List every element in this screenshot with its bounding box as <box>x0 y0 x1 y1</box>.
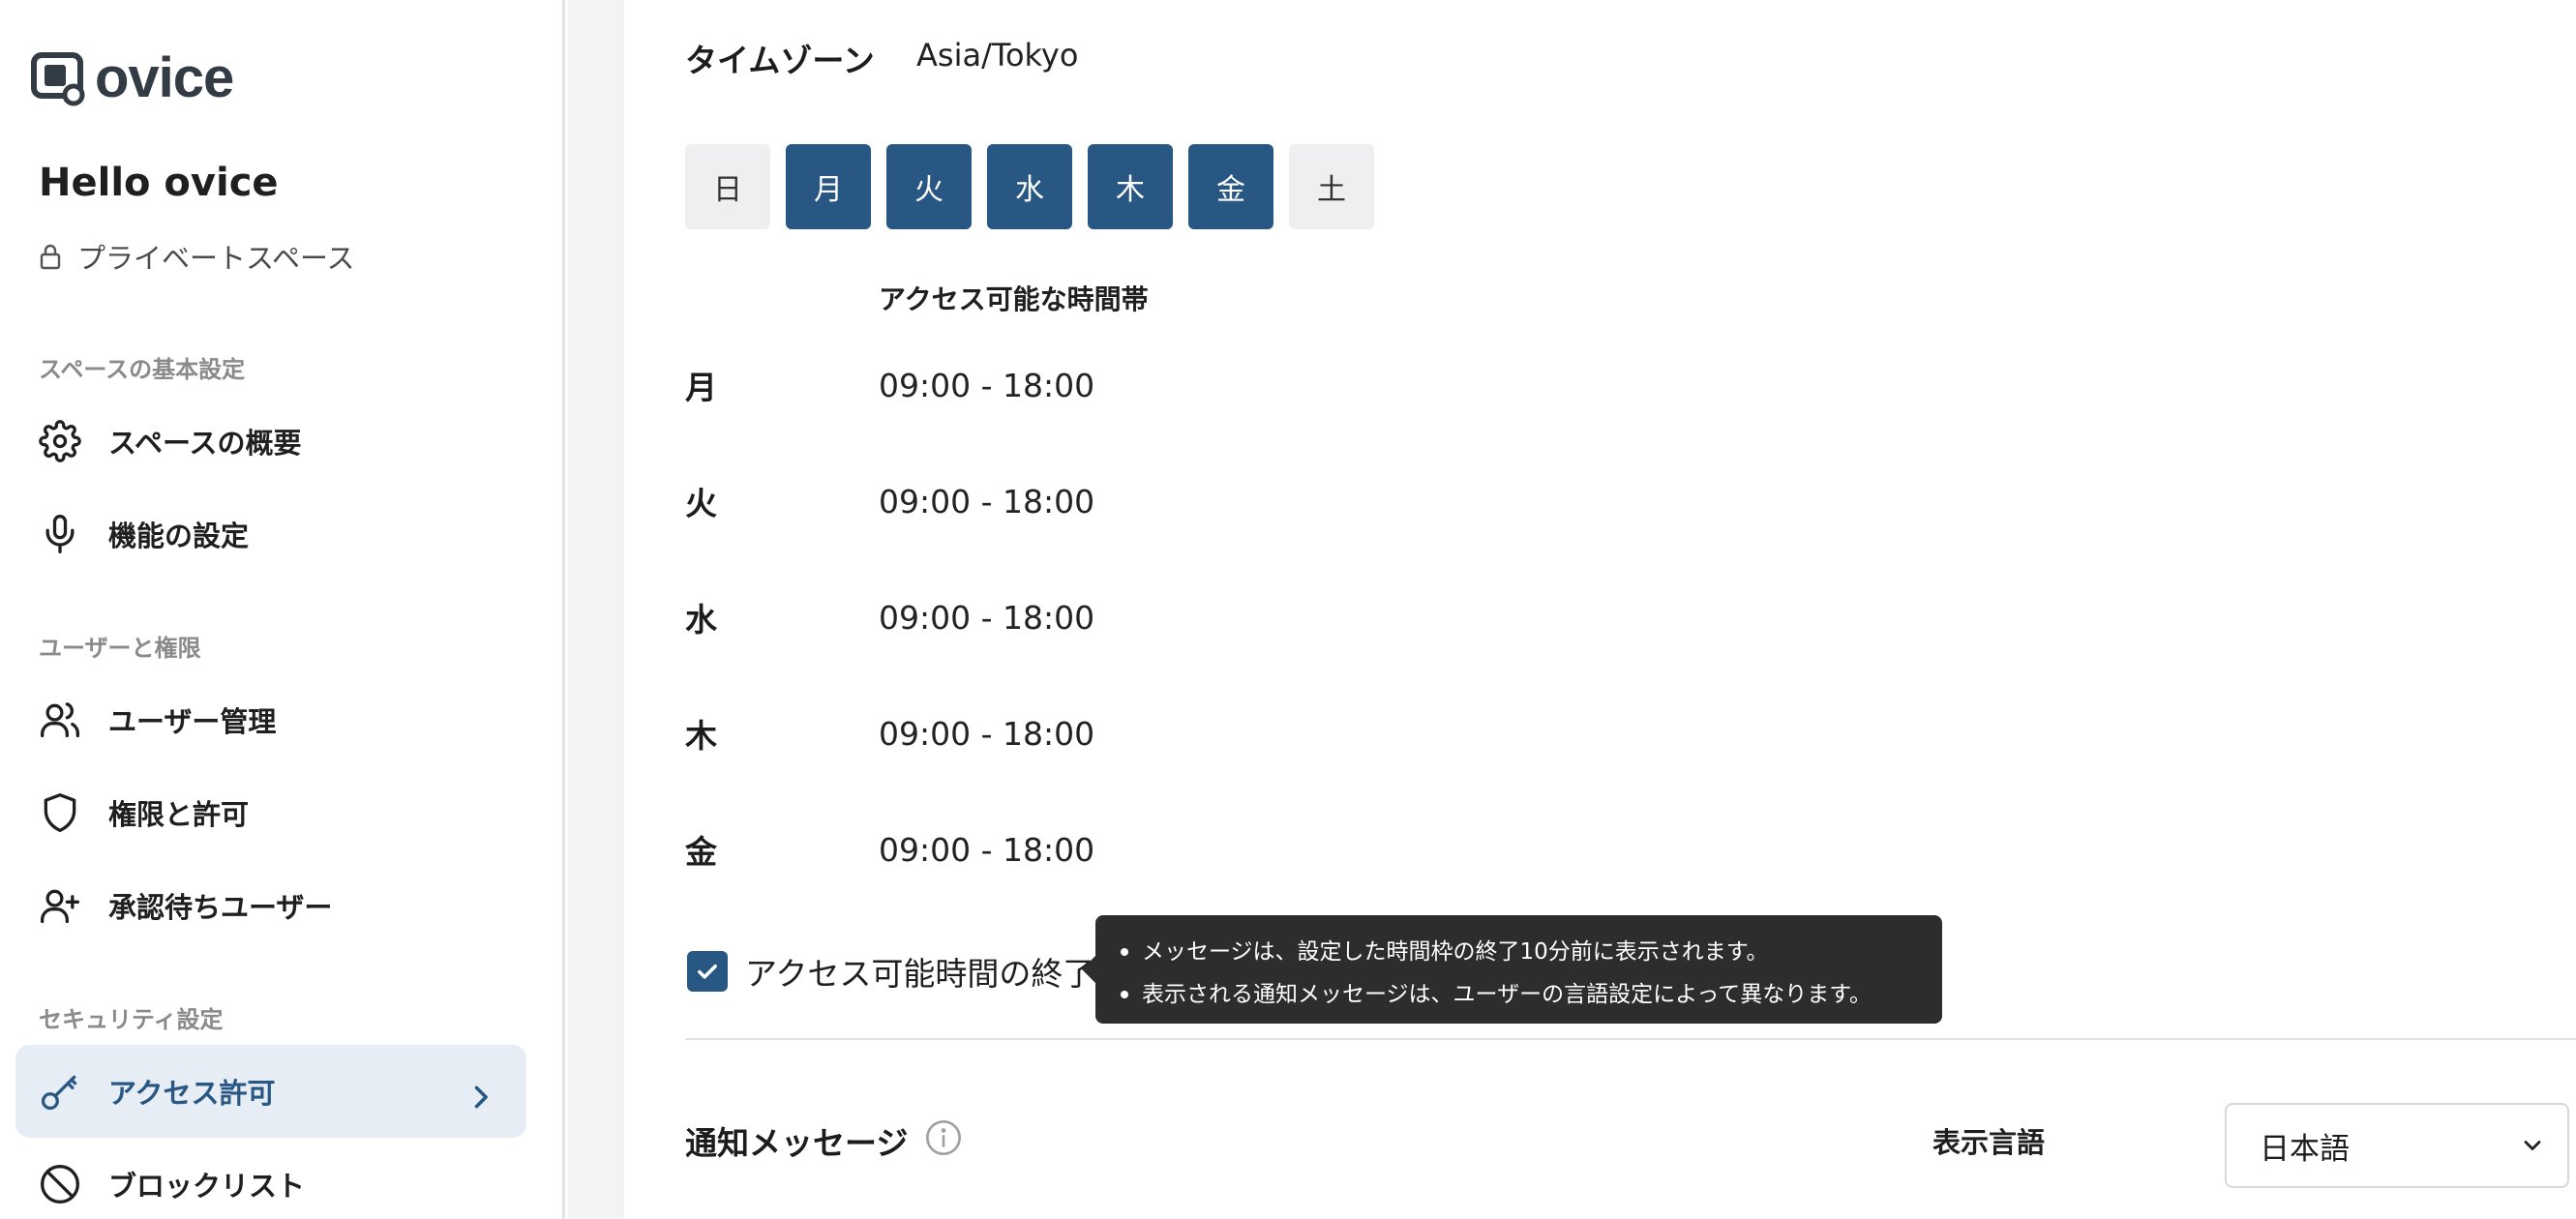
display-language-label: 表示言語 <box>1932 1126 2046 1159</box>
tooltip-item: 表示される通知メッセージは、ユーザーの言語設定によって異なります。 <box>1117 973 1921 1016</box>
sidebar-item-access-permission[interactable]: アクセス許可 <box>15 1045 526 1138</box>
info-icon[interactable] <box>924 1118 963 1157</box>
tooltip-item: メッセージは、設定した時間枠の終了10分前に表示されます。 <box>1117 931 1921 973</box>
space-name: Hello ovice <box>39 161 279 205</box>
sidebar-item-label: 権限と許可 <box>108 798 250 831</box>
ovice-logo[interactable]: ovice <box>31 46 234 109</box>
logo-text: ovice <box>95 46 234 109</box>
sidebar-item-user-management[interactable]: ユーザー管理 <box>15 673 526 766</box>
hours-range[interactable]: 09:00 - 18:00 <box>879 599 1094 637</box>
main-content: タイムゾーン Asia/Tokyo 日 月 火 水 木 金 土 アクセス可能な時… <box>624 0 2576 1219</box>
hours-row-tuesday: 火 09:00 - 18:00 <box>685 477 1094 525</box>
day-toggle-thursday[interactable]: 木 <box>1088 144 1173 229</box>
check-icon <box>698 965 717 979</box>
hours-day: 水 <box>685 601 717 639</box>
sidebar-item-label: ブロックリスト <box>108 1170 306 1203</box>
sidebar: ovice Hello ovice プライベートスペース スペースの基本設定 ス… <box>0 0 565 1219</box>
user-plus-icon <box>41 889 79 924</box>
shield-icon <box>44 793 76 832</box>
access-hours-header: アクセス可能な時間帯 <box>879 283 1149 315</box>
day-toggle-monday[interactable]: 月 <box>786 144 871 229</box>
section-label-users: ユーザーと権限 <box>39 635 201 662</box>
hours-row-friday: 金 09:00 - 18:00 <box>685 825 1094 874</box>
lock-icon <box>40 244 61 270</box>
display-language-select[interactable]: 日本語 <box>2225 1103 2569 1188</box>
key-icon <box>41 1075 77 1111</box>
day-toggle-sunday[interactable]: 日 <box>685 144 770 229</box>
space-type: プライベートスペース <box>39 236 355 277</box>
microphone-icon <box>45 515 75 553</box>
day-toggle-friday[interactable]: 金 <box>1188 144 1273 229</box>
force-logout-checkbox[interactable] <box>687 951 728 992</box>
sidebar-item-space-overview[interactable]: スペースの概要 <box>15 395 526 488</box>
section-label-security: セキュリティ設定 <box>39 1006 224 1033</box>
block-icon <box>41 1165 79 1204</box>
force-logout-tooltip: メッセージは、設定した時間枠の終了10分前に表示されます。 表示される通知メッセ… <box>1082 915 1942 1024</box>
hours-day: 木 <box>685 717 717 755</box>
hours-row-monday: 月 09:00 - 18:00 <box>685 361 1094 409</box>
chevron-right-icon <box>474 1085 488 1109</box>
sidebar-item-label: スペースの概要 <box>108 427 302 460</box>
sidebar-item-pending-users[interactable]: 承認待ちユーザー <box>15 859 526 952</box>
gear-icon <box>39 420 81 462</box>
sidebar-item-feature-settings[interactable]: 機能の設定 <box>15 488 526 580</box>
day-toggle-saturday[interactable]: 土 <box>1289 144 1374 229</box>
hours-day: 火 <box>685 485 717 522</box>
display-language-value: 日本語 <box>2260 1131 2350 1167</box>
chevron-down-icon <box>2524 1141 2541 1150</box>
hours-day: 金 <box>685 833 717 871</box>
hours-row-wednesday: 水 09:00 - 18:00 <box>685 593 1094 641</box>
day-toggle-tuesday[interactable]: 火 <box>886 144 972 229</box>
section-divider <box>685 1038 2576 1040</box>
section-label-basic: スペースの基本設定 <box>39 356 246 383</box>
hours-range[interactable]: 09:00 - 18:00 <box>879 831 1094 869</box>
sidebar-item-blocklist[interactable]: ブロックリスト <box>15 1138 526 1219</box>
day-toggle-wednesday[interactable]: 水 <box>987 144 1072 229</box>
sidebar-item-label: 承認待ちユーザー <box>108 891 333 924</box>
hours-row-thursday: 木 09:00 - 18:00 <box>685 709 1094 758</box>
sidebar-item-label: ユーザー管理 <box>108 705 277 738</box>
hours-range[interactable]: 09:00 - 18:00 <box>879 715 1094 753</box>
users-icon <box>41 702 79 738</box>
sidebar-item-label: 機能の設定 <box>108 520 250 552</box>
sidebar-item-permissions[interactable]: 権限と許可 <box>15 766 526 859</box>
space-type-label: プライベートスペース <box>77 242 355 275</box>
ovice-logo-icon <box>31 52 85 106</box>
sidebar-item-label: アクセス許可 <box>108 1077 276 1110</box>
timezone-label: タイムゾーン <box>685 42 875 79</box>
notification-message-label: 通知メッセージ <box>685 1124 909 1162</box>
panel-gutter <box>568 0 624 1219</box>
timezone-value[interactable]: Asia/Tokyo <box>916 37 1078 74</box>
hours-range[interactable]: 09:00 - 18:00 <box>879 367 1094 404</box>
hours-range[interactable]: 09:00 - 18:00 <box>879 483 1094 520</box>
hours-day: 月 <box>685 369 717 406</box>
